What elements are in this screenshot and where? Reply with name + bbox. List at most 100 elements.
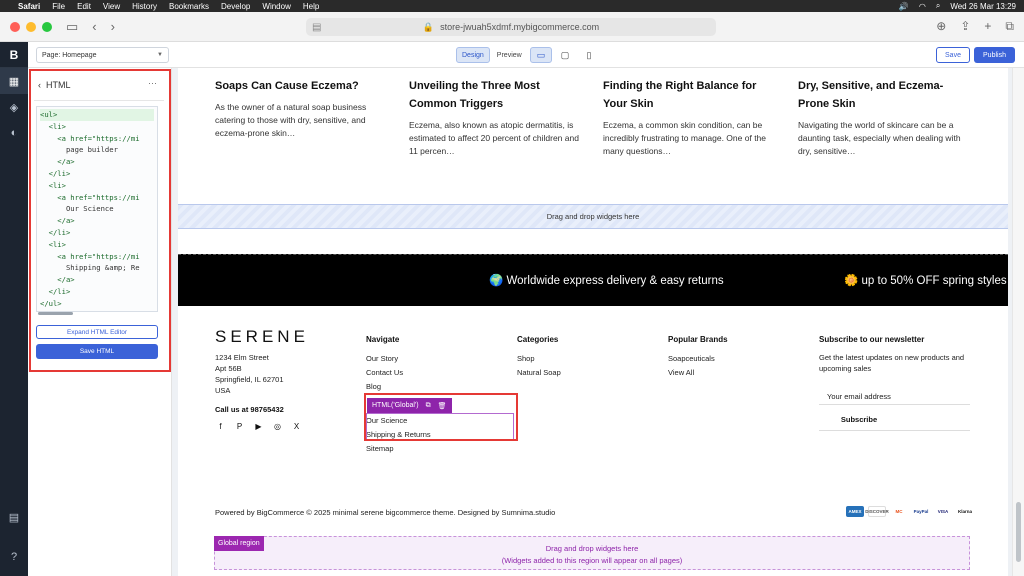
footer-heading: Navigate [366,335,400,344]
footer-brand-logo[interactable]: SERENE [215,327,309,347]
menubar-clock[interactable]: Wed 26 Mar 13:29 [950,2,1016,11]
footer-navigate: Navigate Our Story Contact Us Blog [366,335,403,393]
storefront-page: Soaps Can Cause Eczema? As the owner of … [178,68,1008,576]
forward-icon[interactable]: › [111,19,115,34]
app-rail: B ▦ ◈ ◐ ▤ ? [0,42,28,576]
back-icon[interactable]: ‹ [92,19,96,34]
design-mode-button[interactable]: Design [456,47,490,63]
address-line: 1234 Elm Street [215,353,269,362]
menu-develop[interactable]: Develop [221,2,250,11]
footer-phone[interactable]: Call us at 98765432 [215,405,284,414]
footer-link[interactable]: View All [668,366,728,380]
chevron-down-icon: ▼ [157,52,163,58]
safari-right-actions: ⊕ ⇪ + ⧉ [936,19,1014,34]
mobile-icon[interactable]: ▯ [578,47,600,63]
tablet-icon[interactable]: ▢ [554,47,576,63]
menu-edit[interactable]: Edit [77,2,91,11]
publish-button[interactable]: Publish [974,47,1015,63]
address-line: USA [215,386,231,395]
zoom-window-icon[interactable] [42,21,52,32]
scrollbar-thumb[interactable] [1016,502,1021,562]
newsletter-email-input[interactable]: Your email address [819,389,970,405]
search-icon[interactable]: ⌕ [936,1,940,11]
powered-by-text: Powered by BigCommerce © 2025 minimal se… [215,508,556,517]
page-icon: ▤ [312,21,322,33]
menu-app-name[interactable]: Safari [18,2,40,11]
klarna-icon: Klarna [956,506,974,517]
window-controls [10,21,52,32]
desktop-icon[interactable]: ▭ [530,47,552,63]
page-select-value: Page: Homepage [42,51,97,59]
menu-history[interactable]: History [132,2,157,11]
global-region-note: (Widgets added to this region will appea… [501,556,683,565]
download-icon[interactable]: ⊕ [936,19,946,34]
footer-link[interactable]: Soapceuticals [668,352,728,366]
pinterest-icon[interactable]: P [234,421,245,432]
footer-link[interactable]: Shop [517,352,561,366]
menu-bookmarks[interactable]: Bookmarks [169,2,209,11]
theme-styles-icon[interactable]: ◐ [0,120,28,146]
blog-card-desc: Navigating the world of skincare can be … [798,120,961,156]
blog-card-title[interactable]: Dry, Sensitive, and Eczema-Prone Skin [798,77,968,113]
volume-icon[interactable]: 🔊 [899,2,909,11]
footer-link[interactable]: Natural Soap [517,366,561,380]
rail-bottom: ▤ ? [0,504,28,570]
footer-link[interactable]: Contact Us [366,366,403,380]
paypal-icon: PayPal [912,506,930,517]
blog-card-title[interactable]: Unveiling the Three Most Common Triggers [409,77,579,113]
menu-window[interactable]: Window [262,2,290,11]
x-twitter-icon[interactable]: X [291,421,302,432]
global-region-label: Drag and drop widgets here [545,544,639,553]
blog-card[interactable]: Unveiling the Three Most Common Triggers… [409,68,579,158]
blog-card-title[interactable]: Finding the Right Balance for Your Skin [603,77,773,113]
widget-dropzone[interactable]: Drag and drop widgets here [178,204,1008,229]
footer-link[interactable]: Our Story [366,352,403,366]
footer-link[interactable]: Sitemap [366,442,394,456]
footer-link[interactable]: Blog [366,380,403,394]
storefront-icon[interactable]: ▤ [0,504,28,530]
sidebar-toggle-icon[interactable]: ▭ [66,19,78,35]
address-line: Apt 56B [215,364,242,373]
bigcommerce-logo-icon[interactable]: B [0,42,28,68]
footer-brands: Popular Brands Soapceuticals View All [668,335,728,380]
panel-highlight-box [29,69,171,372]
blog-card[interactable]: Soaps Can Cause Eczema? As the owner of … [215,68,385,140]
menu-view[interactable]: View [103,2,120,11]
wifi-icon[interactable]: ◠ [919,2,926,11]
widgets-icon[interactable]: ▦ [0,68,28,94]
blog-card-title[interactable]: Soaps Can Cause Eczema? [215,77,385,95]
close-window-icon[interactable] [10,21,20,32]
discover-icon: DISCOVER [865,506,889,517]
footer-heading: Subscribe to our newsletter [819,335,925,344]
subscribe-button[interactable]: Subscribe [819,411,899,427]
footer-heading: Popular Brands [668,335,728,344]
newsletter-desc: Get the latest updates on new products a… [819,353,965,373]
address-bar[interactable]: ▤ 🔒 store-jwuah5xdmf.mybigcommerce.com [306,18,716,36]
instagram-icon[interactable]: ◎ [272,421,283,432]
menu-file[interactable]: File [52,2,65,11]
footer-heading: Categories [517,335,559,344]
footer-navigate-bottom: Sitemap [366,442,394,456]
facebook-icon[interactable]: f [215,421,226,432]
layers-icon[interactable]: ◈ [0,94,28,120]
canvas-scrollbar[interactable] [1012,68,1024,576]
blog-card[interactable]: Dry, Sensitive, and Eczema-Prone Skin Na… [798,68,968,158]
blog-card-desc: Eczema, also known as atopic dermatitis,… [409,120,579,156]
blog-card[interactable]: Finding the Right Balance for Your Skin … [603,68,773,158]
footer-categories: Categories Shop Natural Soap [517,335,561,380]
share-icon[interactable]: ⇪ [960,19,970,34]
help-icon[interactable]: ? [0,544,28,570]
footer-address: 1234 Elm Street Apt 56B Springfield, IL … [215,352,284,396]
preview-mode-button[interactable]: Preview [491,47,527,63]
social-links: f P ▶ ◎ X [215,421,302,432]
save-button[interactable]: Save [936,47,970,63]
page-select[interactable]: Page: Homepage ▼ [36,47,169,63]
youtube-icon[interactable]: ▶ [253,421,264,432]
minimize-window-icon[interactable] [26,21,36,32]
tab-overview-icon[interactable]: ⧉ [1005,19,1014,34]
amex-icon: AMEX [846,506,864,517]
menu-help[interactable]: Help [303,2,319,11]
new-tab-icon[interactable]: + [984,19,991,34]
safari-toolbar: ▭ ‹ › ▤ 🔒 store-jwuah5xdmf.mybigcommerce… [0,12,1024,42]
page-builder-bar: Page: Homepage ▼ Design Preview ▭ ▢ ▯ Sa… [28,42,1024,68]
